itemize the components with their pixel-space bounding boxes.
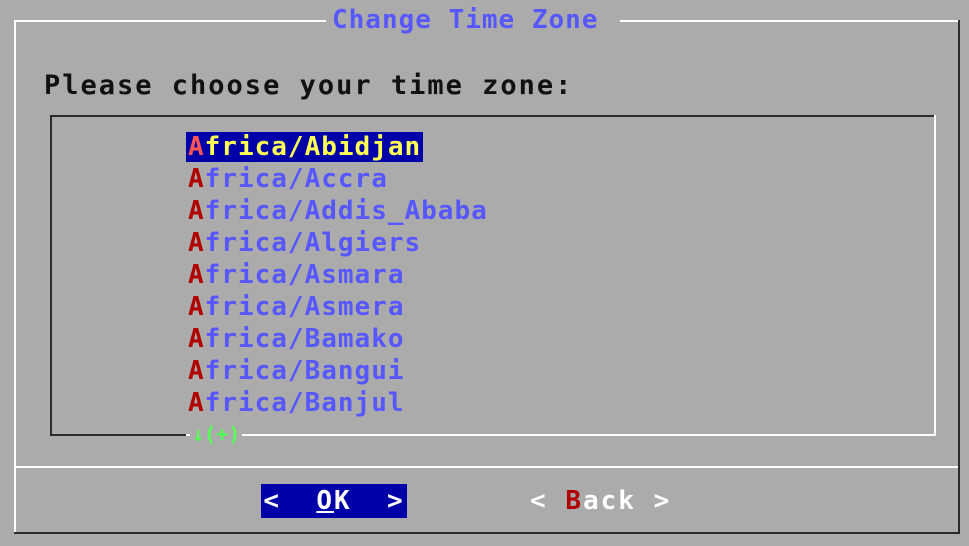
list-item-africa-asmera[interactable]: Africa/Asmera [188,291,488,323]
frame-border-left [14,20,16,534]
frame-border-top-right [620,20,960,22]
hotkey-letter: A [188,292,205,322]
frame-border-top-left [14,20,326,22]
hotkey-letter: A [188,132,205,162]
list-item-label: frica/Bamako [204,324,405,354]
list-item-africa-abidjan[interactable]: Africa/Abidjan [186,131,488,163]
list-item-label: frica/Banjul [204,388,405,418]
scroll-down-indicator[interactable]: ↓(+) [190,423,243,445]
hotkey-letter: A [188,388,205,418]
back-button-hotkey: B [565,486,583,516]
frame-border-bottom [14,532,960,534]
list-item-label: frica/Abidjan [204,132,422,162]
list-item-label: frica/Asmera [204,292,405,322]
back-button-label: ack [582,486,636,516]
list-item-label: frica/Algiers [204,228,422,258]
list-item-africa-accra[interactable]: Africa/Accra [188,163,488,195]
back-button[interactable]: < Back > [530,484,671,518]
hotkey-letter: A [188,196,205,226]
hotkey-letter: A [188,324,205,354]
change-time-zone-dialog: Change Time Zone Please choose your time… [0,0,969,546]
frame-border-right [958,20,960,534]
hotkey-letter: A [188,260,205,290]
hotkey-letter: A [188,356,205,386]
listbox-border-left [50,115,52,436]
listbox-border-bottom-left [50,434,186,436]
prompt-text: Please choose your time zone: [44,70,574,101]
listbox-border-top [50,115,936,117]
list-item-africa-bangui[interactable]: Africa/Bangui [188,355,488,387]
list-item-label: frica/Accra [204,164,388,194]
list-item-africa-asmara[interactable]: Africa/Asmara [188,259,488,291]
dialog-title: Change Time Zone [330,4,601,36]
ok-button[interactable]: < OK > [261,484,407,518]
ok-button-label: K [334,486,352,516]
back-button-left-bracket: < [530,486,566,516]
list-item-africa-algiers[interactable]: Africa/Algiers [188,227,488,259]
list-item-africa-addis-ababa[interactable]: Africa/Addis_Ababa [188,195,488,227]
time-zone-list: Africa/Abidjan Africa/Accra Africa/Addis… [186,131,488,419]
listbox-border-right [934,115,936,436]
list-item-label: frica/Bangui [204,356,405,386]
list-item-africa-bamako[interactable]: Africa/Bamako [188,323,488,355]
time-zone-listbox[interactable]: Africa/Abidjan Africa/Accra Africa/Addis… [50,115,936,445]
back-button-right-bracket: > [635,486,672,516]
ok-button-right-bracket: > [351,486,405,516]
hotkey-letter: A [188,164,205,194]
button-separator [16,466,958,468]
ok-button-left-bracket: < [263,486,317,516]
hotkey-letter: A [188,228,205,258]
list-item-label: frica/Asmara [204,260,405,290]
list-item-africa-banjul[interactable]: Africa/Banjul [188,387,488,419]
ok-button-hotkey: O [316,486,334,516]
list-item-label: frica/Addis_Ababa [204,196,488,226]
